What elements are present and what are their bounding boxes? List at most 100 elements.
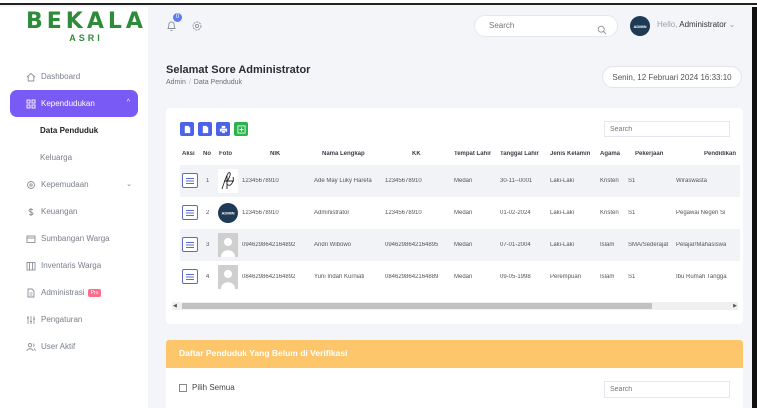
export-pdf-button[interactable]	[180, 122, 194, 136]
users-icon	[26, 342, 36, 352]
admin-photo[interactable]: ADMIN	[218, 201, 238, 225]
user-menu[interactable]: Hello, Administrator ⌄	[657, 20, 735, 29]
chevron-up-icon: ^	[126, 99, 130, 106]
row-nama: Administrator	[314, 210, 350, 216]
table-search-input[interactable]	[604, 121, 730, 137]
sidebar-item-label: Administrasi	[41, 288, 85, 297]
add-button[interactable]	[234, 122, 248, 136]
scrollbar-thumb[interactable]	[182, 303, 652, 309]
greeting-prefix: Hello,	[657, 20, 678, 29]
placeholder-photo-icon[interactable]	[218, 233, 238, 257]
row-kk: 0946298642164895	[385, 242, 439, 248]
export-excel-button[interactable]	[198, 122, 212, 136]
row-pendidikan: Pelajar/Mahasiswa	[676, 242, 727, 248]
table-row[interactable]: 4 0846298642164892 Yuni Indah Kurniati 0…	[180, 261, 740, 293]
scroll-right-arrow-icon[interactable]: ▶	[733, 302, 737, 310]
row-menu-button[interactable]	[182, 173, 198, 188]
row-kk: 12345678910	[385, 210, 422, 216]
row-agama: Kristen	[600, 178, 619, 184]
sidebar-item-label: Dashboard	[41, 72, 81, 81]
breadcrumb-separator: /	[188, 79, 191, 86]
sidebar-item-kepemudaan[interactable]: Kepemudaan ⌄	[0, 171, 148, 198]
file-icon	[184, 125, 190, 133]
column-header[interactable]: No	[203, 151, 211, 157]
sidebar-item-label: Sumbangan Warga	[41, 234, 110, 243]
horizontal-scrollbar[interactable]: ◀ ▶	[172, 302, 738, 310]
sidebar-item-keuangan[interactable]: Keuangan	[0, 198, 148, 225]
column-header[interactable]: Pekerjaan	[635, 151, 663, 157]
table-row[interactable]: 2 ADMIN 12345678910 Administrator 123456…	[180, 197, 740, 229]
sidebar-item-user-aktif[interactable]: User Aktif	[0, 333, 148, 360]
row-tempat-lahir: Medan	[454, 178, 473, 184]
row-pendidikan: Pegawai Negeri Si	[676, 210, 726, 216]
row-nik: 12345678910	[242, 178, 279, 184]
sidebar: BEKALA ASRI Dashboard Kependudukan ^ Dat…	[0, 7, 148, 408]
column-header[interactable]: Jenis Kelamin	[550, 151, 590, 157]
menu-icon	[186, 177, 194, 184]
search-icon[interactable]	[597, 22, 607, 40]
search-input[interactable]	[489, 21, 589, 30]
printer-icon	[219, 125, 227, 133]
sidebar-item-sumbangan-warga[interactable]: Sumbangan Warga	[0, 225, 148, 252]
grid-icon	[26, 99, 36, 109]
row-kk: 0846298642164889	[385, 274, 439, 280]
row-pekerjaan: S1	[628, 178, 636, 184]
sidebar-item-label: Kependudukan	[41, 99, 95, 108]
sidebar-item-label: Pengaturan	[41, 315, 83, 324]
sidebar-item-inventaris-warga[interactable]: Inventaris Warga	[0, 252, 148, 279]
date-display: Senin, 12 Februari 2024 16:33:10	[602, 66, 742, 88]
global-search	[474, 15, 618, 37]
sidebar-subitem-label: Data Penduduk	[40, 126, 99, 135]
sidebar-subitem-keluarga[interactable]: Keluarga	[0, 144, 148, 171]
row-nama: Yuni Indah Kurniati	[314, 274, 365, 280]
row-jenis-kelamin: Laki-Laki	[550, 178, 575, 184]
row-menu-button[interactable]	[182, 237, 198, 252]
sidebar-item-label: Keuangan	[41, 207, 78, 216]
print-button[interactable]	[216, 122, 230, 136]
row-kk: 12345678910	[385, 178, 422, 184]
top-header: 0 ADMIN Hello, Administrator ⌄	[148, 7, 757, 45]
table-row[interactable]: 1 12345678910 Ade May Luky Harefa 123456…	[180, 165, 740, 197]
avatar[interactable]: ADMIN	[630, 16, 650, 36]
avatar-text: ADMIN	[221, 211, 234, 216]
sidebar-item-administrasi[interactable]: Administrasi Pro	[0, 279, 148, 306]
column-header[interactable]: Aksi	[182, 151, 195, 157]
window-right-edge	[752, 7, 757, 408]
column-header[interactable]: KK	[412, 151, 421, 157]
breadcrumb: Admin / Data Penduduk	[166, 79, 242, 86]
checkbox-icon[interactable]	[179, 383, 187, 392]
column-header[interactable]: Tempat Lahir	[454, 151, 491, 157]
column-header[interactable]: Foto	[219, 151, 232, 157]
column-header[interactable]: Agama	[600, 151, 620, 157]
settings-icon	[26, 180, 36, 190]
row-menu-button[interactable]	[182, 269, 198, 284]
sidebar-item-kependudukan[interactable]: Kependudukan ^	[10, 90, 138, 117]
gear-icon[interactable]	[191, 19, 203, 37]
row-nik: 0846298642164892	[242, 274, 296, 280]
column-header[interactable]: Pendidikan	[704, 151, 736, 157]
row-no: 3	[206, 242, 210, 248]
column-header[interactable]: NIK	[270, 151, 280, 157]
row-agama: Islam	[600, 242, 615, 248]
sidebar-item-label: User Aktif	[41, 342, 76, 351]
brand-logo[interactable]: BEKALA ASRI	[26, 9, 146, 43]
select-all-checkbox[interactable]: Pilih Semua	[179, 383, 235, 392]
breadcrumb-item[interactable]: Admin	[166, 79, 186, 86]
sidebar-item-pengaturan[interactable]: Pengaturan	[0, 306, 148, 333]
placeholder-photo-icon[interactable]	[218, 265, 238, 289]
row-menu-button[interactable]	[182, 205, 198, 220]
unverified-search-input[interactable]	[604, 381, 730, 398]
sidebar-subitem-data-penduduk[interactable]: Data Penduduk	[0, 117, 148, 144]
row-tempat-lahir: Medan	[454, 242, 473, 248]
row-pekerjaan: S1	[628, 274, 636, 280]
signature-photo[interactable]	[218, 169, 238, 193]
sidebar-item-dashboard[interactable]: Dashboard	[0, 63, 148, 90]
plus-icon	[236, 124, 246, 134]
scroll-left-arrow-icon[interactable]: ◀	[173, 302, 177, 310]
menu-icon	[186, 273, 194, 280]
column-header[interactable]: Tanggal Lahir	[500, 151, 539, 157]
row-pendidikan: Ibu Rumah Tangga	[676, 274, 727, 280]
row-no: 2	[206, 210, 210, 216]
column-header[interactable]: Nama Lengkap	[322, 151, 365, 157]
table-row[interactable]: 3 0946298642164892 Andri Wibowo 09462986…	[180, 229, 740, 261]
